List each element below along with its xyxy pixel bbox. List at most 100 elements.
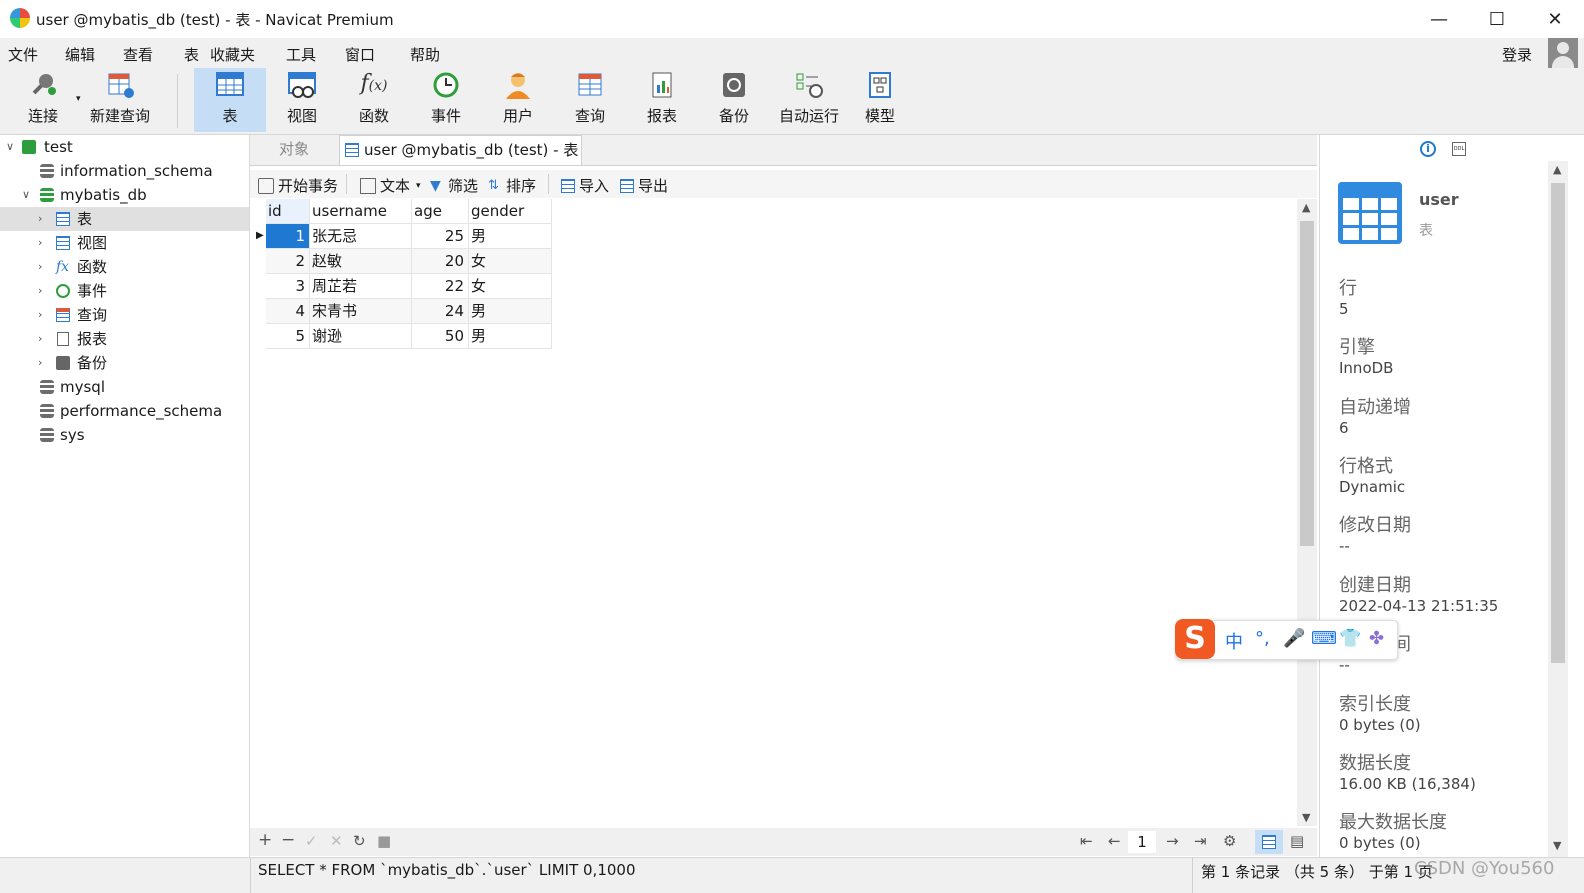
chevron-right-icon[interactable]: › — [38, 279, 42, 303]
chevron-right-icon[interactable]: › — [38, 207, 42, 231]
import-button[interactable]: 导入 — [561, 175, 609, 196]
last-page-icon[interactable]: ⇥ — [1194, 832, 1207, 850]
column-header-gender[interactable]: gender — [469, 199, 552, 224]
scroll-up-icon[interactable]: ▲ — [1553, 163, 1561, 176]
stop-icon[interactable]: ■ — [377, 832, 391, 850]
query-button[interactable]: 查询 — [558, 68, 622, 132]
avatar[interactable] — [1548, 38, 1578, 68]
menu-table[interactable]: 表 — [184, 44, 199, 65]
new-query-button[interactable]: 新建查询 — [86, 68, 154, 132]
table-cell[interactable]: 5 — [266, 324, 310, 349]
table-cell[interactable]: 赵敏 — [310, 249, 412, 274]
sogou-logo-icon[interactable]: S — [1175, 619, 1215, 659]
menu-window[interactable]: 窗口 — [345, 44, 375, 65]
automation-button[interactable]: 自动运行 — [774, 68, 844, 132]
tree-item-reports[interactable]: › 报表 — [0, 327, 249, 351]
table-cell[interactable]: 谢逊 — [310, 324, 412, 349]
tree-connection-test[interactable]: ∨ test — [0, 135, 249, 159]
tree-item-backups[interactable]: › 备份 — [0, 351, 249, 375]
connect-dropdown-icon[interactable]: ▾ — [76, 94, 81, 104]
ime-mode-chinese[interactable]: 中 — [1225, 628, 1243, 654]
ddl-icon[interactable]: DDL — [1452, 142, 1466, 156]
table-cell[interactable]: 周芷若 — [310, 274, 412, 299]
table-cell[interactable]: 25 — [412, 224, 469, 249]
info-icon[interactable]: i — [1420, 141, 1436, 157]
refresh-icon[interactable]: ↻ — [353, 832, 366, 850]
table-cell[interactable]: 1 — [266, 224, 310, 249]
tab-user-table[interactable]: user @mybatis_db (test) - 表 — [339, 135, 582, 165]
table-cell[interactable]: 3 — [266, 274, 310, 299]
add-record-icon[interactable]: + — [258, 830, 272, 850]
table-button[interactable]: 表 — [194, 68, 266, 132]
chevron-right-icon[interactable]: › — [38, 303, 42, 327]
chevron-right-icon[interactable]: › — [38, 231, 42, 255]
ime-punctuation[interactable]: °, — [1255, 628, 1270, 649]
skin-shirt-icon[interactable]: 👕 — [1339, 628, 1361, 649]
scroll-up-icon[interactable]: ▲ — [1302, 201, 1310, 214]
tree-db-information-schema[interactable]: information_schema — [0, 159, 249, 183]
table-cell[interactable]: 2 — [266, 249, 310, 274]
connect-button[interactable]: 连接 — [14, 68, 72, 132]
chevron-down-icon[interactable]: ∨ — [22, 183, 30, 207]
delete-record-icon[interactable]: − — [281, 830, 295, 850]
table-cell[interactable]: 宋青书 — [310, 299, 412, 324]
chevron-right-icon[interactable]: › — [38, 351, 42, 375]
menu-help[interactable]: 帮助 — [410, 44, 440, 65]
tree-item-queries[interactable]: › 查询 — [0, 303, 249, 327]
table-cell[interactable]: 张无忌 — [310, 224, 412, 249]
grid-view-toggle[interactable] — [1255, 830, 1283, 854]
menu-file[interactable]: 文件 — [8, 44, 38, 65]
settings-gear-icon[interactable]: ⚙ — [1223, 832, 1236, 850]
close-button[interactable]: ✕ — [1526, 0, 1584, 38]
tree-db-performance-schema[interactable]: performance_schema — [0, 399, 249, 423]
menu-favorites[interactable]: 收藏夹 — [210, 44, 255, 65]
event-button[interactable]: 事件 — [414, 68, 478, 132]
table-cell[interactable]: 女 — [469, 249, 552, 274]
view-button[interactable]: 视图 — [270, 68, 334, 132]
form-view-icon[interactable]: ▤ — [1290, 832, 1304, 850]
login-link[interactable]: 登录 — [1502, 44, 1532, 65]
chevron-right-icon[interactable]: › — [38, 327, 42, 351]
tree-db-sys[interactable]: sys — [0, 423, 249, 447]
discard-changes-icon[interactable]: ✕ — [330, 832, 343, 850]
filter-button[interactable]: ▼ 筛选 — [430, 175, 478, 196]
table-cell[interactable]: 20 — [412, 249, 469, 274]
backup-button[interactable]: 备份 — [702, 68, 766, 132]
table-cell[interactable]: 24 — [412, 299, 469, 324]
chevron-right-icon[interactable]: › — [38, 255, 42, 279]
scroll-down-icon[interactable]: ▼ — [1302, 811, 1310, 824]
user-button[interactable]: 用户 — [486, 68, 550, 132]
table-cell[interactable]: 男 — [469, 324, 552, 349]
tree-item-functions[interactable]: › fx 函数 — [0, 255, 249, 279]
scrollbar-thumb[interactable] — [1551, 183, 1565, 663]
table-cell[interactable]: 女 — [469, 274, 552, 299]
table-cell[interactable]: 男 — [469, 224, 552, 249]
report-button[interactable]: 报表 — [630, 68, 694, 132]
next-page-icon[interactable]: → — [1166, 832, 1179, 850]
table-cell[interactable]: 4 — [266, 299, 310, 324]
table-cell[interactable]: 22 — [412, 274, 469, 299]
info-panel-scrollbar[interactable]: ▲ ▼ — [1548, 161, 1568, 857]
previous-page-icon[interactable]: ← — [1108, 832, 1121, 850]
menu-edit[interactable]: 编辑 — [65, 44, 95, 65]
text-button[interactable]: 文本 ▾ — [360, 175, 421, 196]
tree-item-views[interactable]: › 视图 — [0, 231, 249, 255]
tree-item-events[interactable]: › 事件 — [0, 279, 249, 303]
scrollbar-thumb[interactable] — [1300, 221, 1314, 546]
tree-db-mybatis-db[interactable]: ∨ mybatis_db — [0, 183, 249, 207]
table-cell[interactable]: 男 — [469, 299, 552, 324]
first-page-icon[interactable]: ⇤ — [1080, 832, 1093, 850]
menu-tools[interactable]: 工具 — [286, 44, 316, 65]
page-number-field[interactable]: 1 — [1128, 831, 1156, 853]
tab-objects[interactable]: 对象 — [250, 135, 338, 165]
microphone-icon[interactable]: 🎤 — [1283, 628, 1305, 649]
ime-toolbar[interactable]: S 中 °, 🎤 ⌨ 👕 ✤ — [1175, 619, 1398, 660]
column-header-age[interactable]: age — [412, 199, 469, 224]
chevron-down-icon[interactable]: ∨ — [6, 135, 14, 159]
table-cell[interactable]: 50 — [412, 324, 469, 349]
begin-transaction-button[interactable]: 开始事务 — [258, 175, 338, 196]
scroll-down-icon[interactable]: ▼ — [1553, 839, 1561, 852]
export-button[interactable]: 导出 — [620, 175, 668, 196]
sort-button[interactable]: ⇅ 排序 — [488, 175, 536, 196]
column-header-id[interactable]: id — [266, 199, 310, 224]
